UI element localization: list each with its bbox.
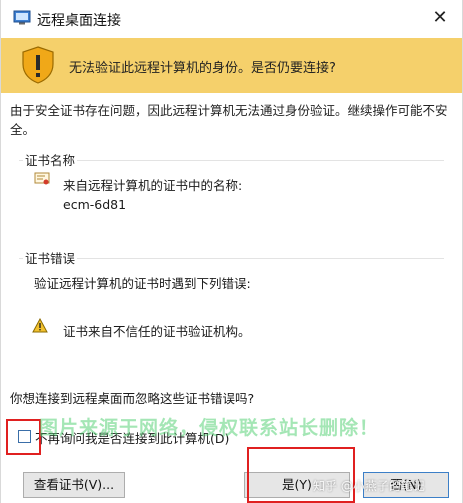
highlight-box-yes [247, 447, 355, 503]
view-certificate-button[interactable]: 查看证书(V)... [23, 472, 125, 498]
window-title: 远程桌面连接 [37, 13, 121, 29]
cert-error-label: 验证远程计算机的证书时遇到下列错误: [34, 276, 251, 291]
watermark-text: 图片来源于网络，侵权联系站长删除！ [39, 417, 380, 439]
cert-error-title: 证书错误 [23, 248, 78, 267]
shield-warning-icon [22, 46, 54, 84]
question-text: 你想连接到远程桌面而忽略这些证书错误吗? [10, 391, 255, 406]
cert-error-value: 证书来自不信任的证书验证机构。 [63, 324, 251, 339]
cert-name-label: 来自远程计算机的证书中的名称: [63, 178, 243, 193]
title-bar: 远程桌面连接 ✕ [1, 0, 462, 38]
remote-desktop-dialog: 远程桌面连接 ✕ 无法验证此远程计算机的身份。是否仍要连接? 由于安全证书存在问… [0, 0, 463, 503]
warning-icon [32, 318, 48, 333]
highlight-box-checkbox [6, 419, 41, 455]
cert-name-title: 证书名称 [23, 150, 78, 169]
remote-desktop-icon [13, 10, 31, 25]
cert-name-value: ecm-6d81 [63, 197, 127, 212]
warning-banner: 无法验证此远程计算机的身份。是否仍要连接? [1, 38, 462, 93]
cert-name-group [19, 160, 444, 229]
description-text: 由于安全证书存在问题，因此远程计算机无法通过身份验证。继续操作可能不安全。 [10, 103, 448, 137]
banner-text: 无法验证此远程计算机的身份。是否仍要连接? [69, 61, 336, 76]
zhihu-watermark: 知乎 @小燕子的笔记 [313, 479, 425, 493]
certificate-icon [34, 172, 50, 185]
close-icon[interactable]: ✕ [428, 6, 452, 30]
